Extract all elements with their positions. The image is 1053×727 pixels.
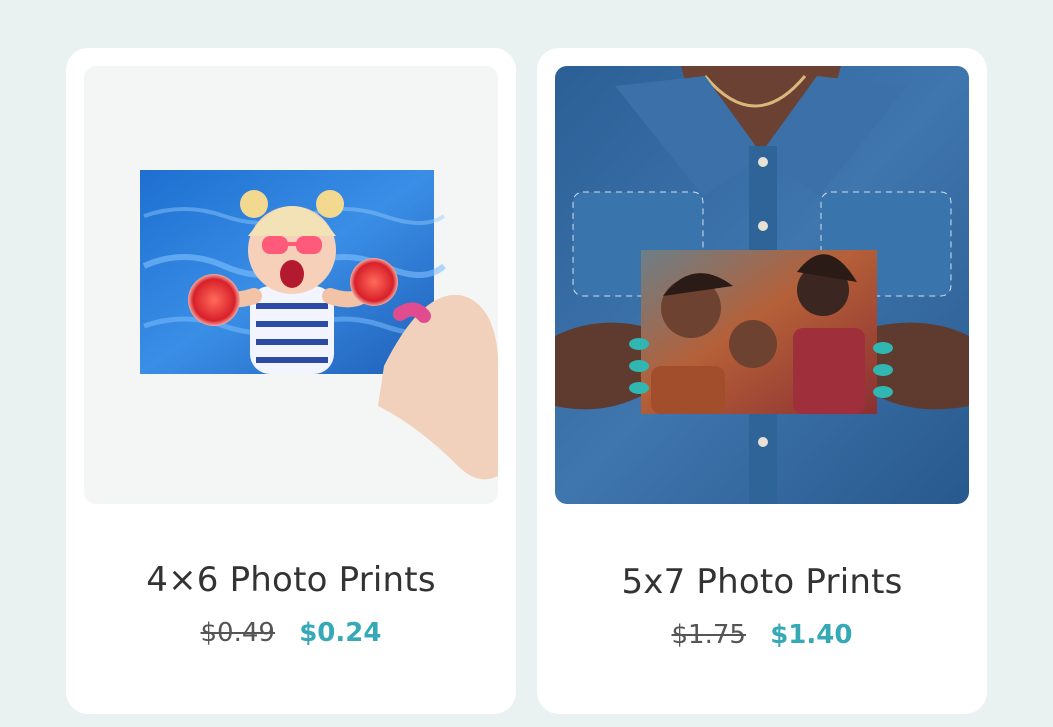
product-image-5x7[interactable] [555, 66, 969, 504]
product-image-4x6[interactable] [84, 66, 498, 504]
price-row: $0.49 $0.24 [66, 618, 516, 648]
original-price: $1.75 [671, 620, 746, 650]
sale-price: $0.24 [299, 618, 382, 648]
photo-print-illustration [555, 66, 969, 504]
product-card-4x6[interactable]: 4×6 Photo Prints $0.49 $0.24 [66, 48, 516, 714]
product-title[interactable]: 4×6 Photo Prints [66, 560, 516, 600]
product-card-5x7[interactable]: 5x7 Photo Prints $1.75 $1.40 [537, 48, 987, 714]
sale-price: $1.40 [770, 620, 853, 650]
price-row: $1.75 $1.40 [537, 620, 987, 650]
photo-print-illustration [84, 66, 498, 504]
product-title[interactable]: 5x7 Photo Prints [537, 562, 987, 602]
original-price: $0.49 [200, 618, 275, 648]
